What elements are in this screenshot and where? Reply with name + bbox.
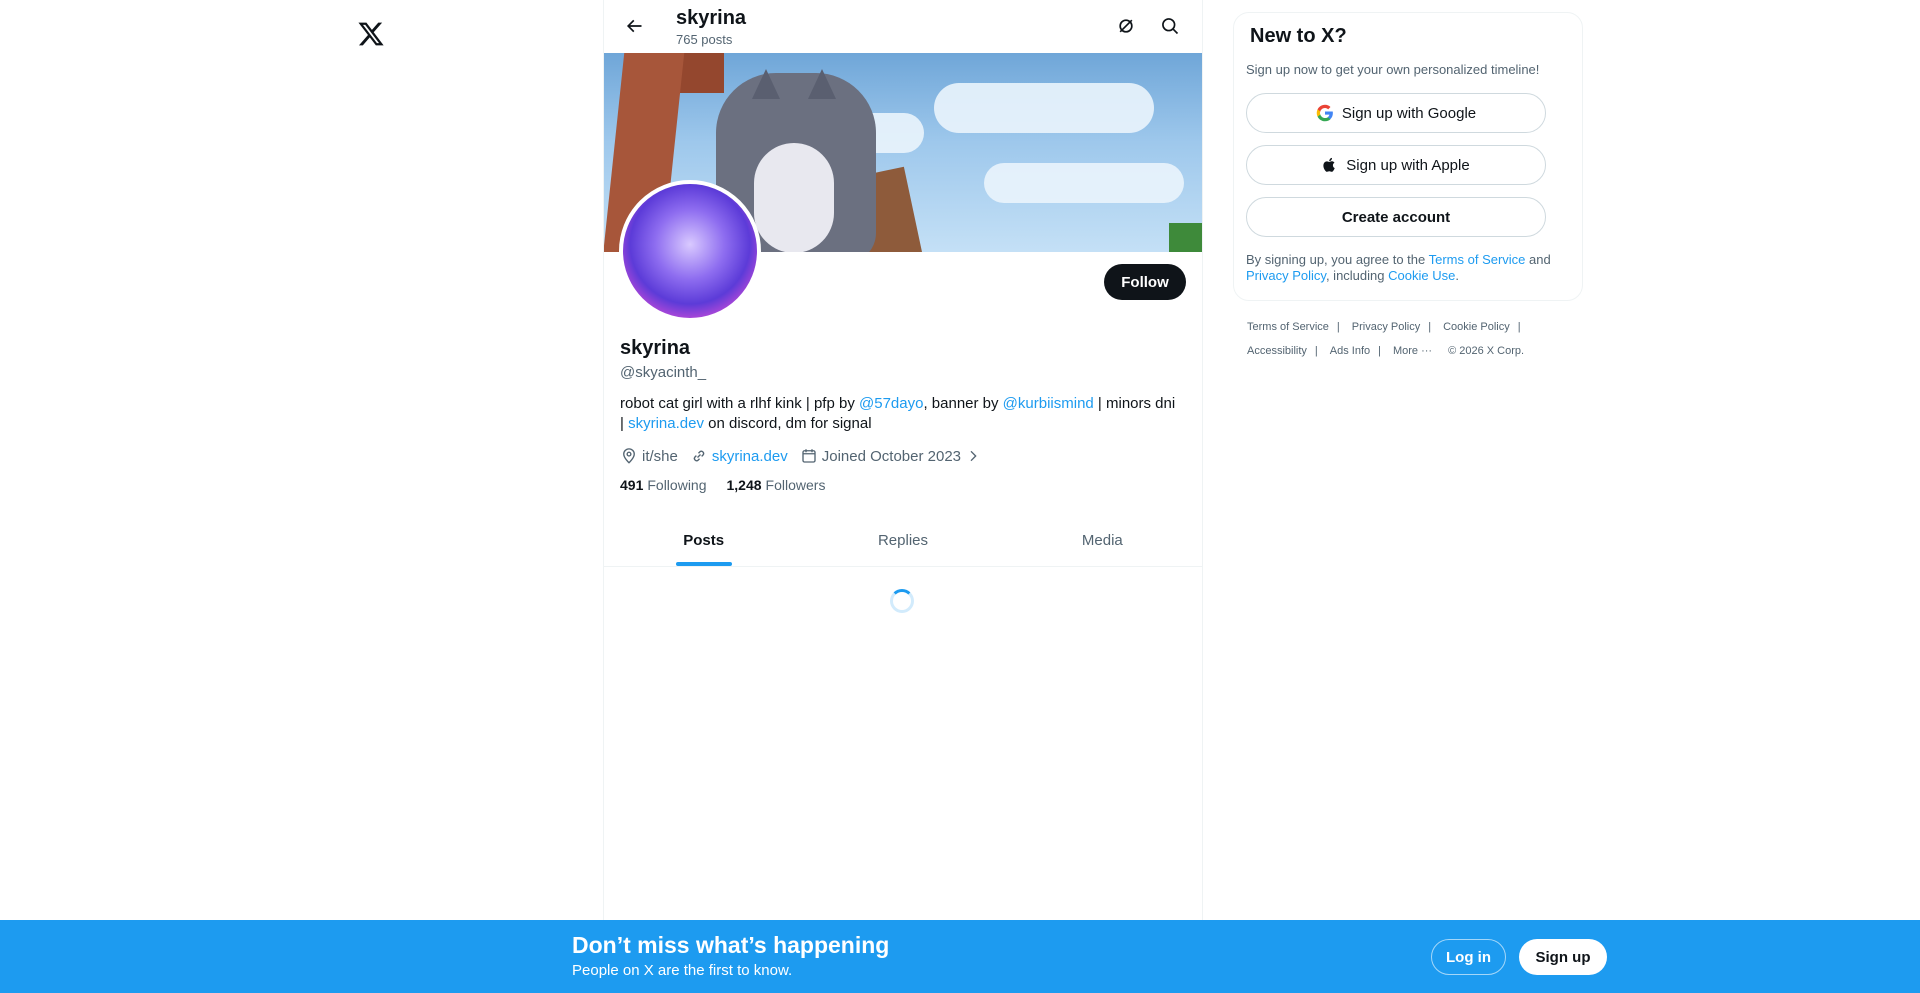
- signup-button[interactable]: Sign up: [1519, 939, 1607, 975]
- privacy-policy-link[interactable]: Privacy Policy: [1246, 268, 1326, 283]
- bio-text: on discord, dm for signal: [703, 415, 872, 432]
- bottom-signup-bar: Don’t miss what’s happening People on X …: [0, 920, 1920, 993]
- main-column: skyrina 765 posts Follow skyrina @skyaci…: [603, 0, 1203, 993]
- footer-more-button[interactable]: More ···: [1393, 343, 1432, 359]
- active-tab-indicator: [675, 562, 732, 566]
- profile-bio: robot cat girl with a rlhf kink | pfp by…: [620, 394, 1180, 434]
- signup-apple-label: Sign up with Apple: [1346, 156, 1470, 174]
- signup-card-subtitle: Sign up now to get your own personalized…: [1246, 62, 1540, 77]
- footer-cookie-link[interactable]: Cookie Policy: [1443, 319, 1510, 335]
- cookie-use-link[interactable]: Cookie Use: [1388, 268, 1455, 283]
- tab-replies-label: Replies: [877, 531, 928, 549]
- tab-replies[interactable]: Replies: [803, 514, 1002, 566]
- tab-posts[interactable]: Posts: [604, 514, 803, 566]
- link-icon: [693, 450, 705, 462]
- profile-header-bar: skyrina 765 posts: [604, 0, 1202, 53]
- following-link[interactable]: 491 Following: [620, 477, 707, 493]
- follow-button[interactable]: Follow: [1104, 264, 1186, 300]
- signup-legal-text: By signing up, you agree to the Terms of…: [1246, 252, 1576, 284]
- left-navigation: [0, 0, 603, 920]
- bottom-bar-subtitle: People on X are the first to know.: [572, 962, 793, 979]
- footer-links: Terms of Service | Privacy Policy | Cookie…: [1247, 319, 1525, 359]
- apple-icon: [1323, 157, 1335, 172]
- legal-text: , including: [1325, 268, 1389, 283]
- bio-mention-link[interactable]: @57dayo: [859, 395, 923, 412]
- followers-count: 1,248: [726, 477, 762, 493]
- footer-ads-link[interactable]: Ads Info: [1330, 343, 1370, 359]
- tab-media[interactable]: Media: [1003, 514, 1202, 566]
- search-icon[interactable]: [1152, 8, 1188, 44]
- x-logo-icon[interactable]: [346, 9, 396, 59]
- legal-text: By signing up, you agree to the: [1246, 252, 1429, 267]
- create-account-button[interactable]: Create account: [1246, 197, 1546, 237]
- signup-apple-button[interactable]: Sign up with Apple: [1246, 145, 1546, 185]
- profile-tabs: Posts Replies Media: [604, 514, 1202, 567]
- footer-terms-link[interactable]: Terms of Service: [1247, 319, 1329, 335]
- signup-card-title: New to X?: [1250, 25, 1347, 47]
- calendar-icon: [802, 449, 816, 463]
- profile-handle: @skyacinth_: [620, 364, 707, 381]
- chevron-right-icon: [970, 450, 977, 462]
- back-arrow-icon[interactable]: [616, 8, 652, 44]
- footer-copyright: © 2026 X Corp.: [1448, 345, 1525, 357]
- following-label: Following: [647, 477, 707, 493]
- terms-of-service-link[interactable]: Terms of Service: [1429, 252, 1526, 267]
- bio-website-link[interactable]: skyrina.dev: [628, 415, 704, 432]
- header-title: skyrina: [676, 7, 747, 29]
- signup-card: New to X? Sign up now to get your own pe…: [1233, 12, 1583, 301]
- profile-website-link[interactable]: skyrina.dev: [712, 448, 788, 465]
- bottom-bar-title: Don’t miss what’s happening: [572, 932, 890, 958]
- header-post-count: 765 posts: [676, 32, 733, 47]
- footer-accessibility-link[interactable]: Accessibility: [1247, 343, 1307, 359]
- legal-text: and: [1525, 252, 1551, 267]
- right-sidebar: New to X? Sign up now to get your own pe…: [1233, 12, 1583, 357]
- joined-date-button[interactable]: Joined October 2023: [800, 447, 985, 465]
- legal-text: .: [1455, 268, 1459, 283]
- google-icon: [1316, 104, 1333, 122]
- tab-posts-label: Posts: [683, 531, 725, 549]
- login-button[interactable]: Log in: [1431, 939, 1506, 975]
- tab-media-label: Media: [1081, 531, 1123, 549]
- footer-privacy-link[interactable]: Privacy Policy: [1352, 319, 1420, 335]
- signup-google-label: Sign up with Google: [1341, 104, 1477, 122]
- profile-meta: it/she skyrina.dev Joined October 2023: [620, 446, 997, 466]
- bio-mention-link[interactable]: @kurbiismind: [1003, 395, 1094, 412]
- avatar[interactable]: [619, 180, 761, 322]
- grok-icon[interactable]: [1108, 8, 1144, 44]
- location-pin-icon: [623, 448, 635, 464]
- bio-text: robot cat girl with a rlhf kink | pfp by: [620, 395, 859, 412]
- profile-location: it/she: [642, 447, 678, 465]
- bio-text: , banner by: [923, 395, 1003, 412]
- loading-spinner: [890, 589, 914, 613]
- profile-display-name: skyrina: [620, 337, 691, 359]
- followers-link[interactable]: 1,248 Followers: [727, 477, 826, 493]
- followers-label: Followers: [765, 477, 826, 493]
- following-count: 491: [620, 477, 644, 493]
- signup-google-button[interactable]: Sign up with Google: [1246, 93, 1546, 133]
- profile-stats: 491 Following 1,248 Followers: [620, 477, 845, 493]
- profile-joined: Joined October 2023: [821, 447, 961, 465]
